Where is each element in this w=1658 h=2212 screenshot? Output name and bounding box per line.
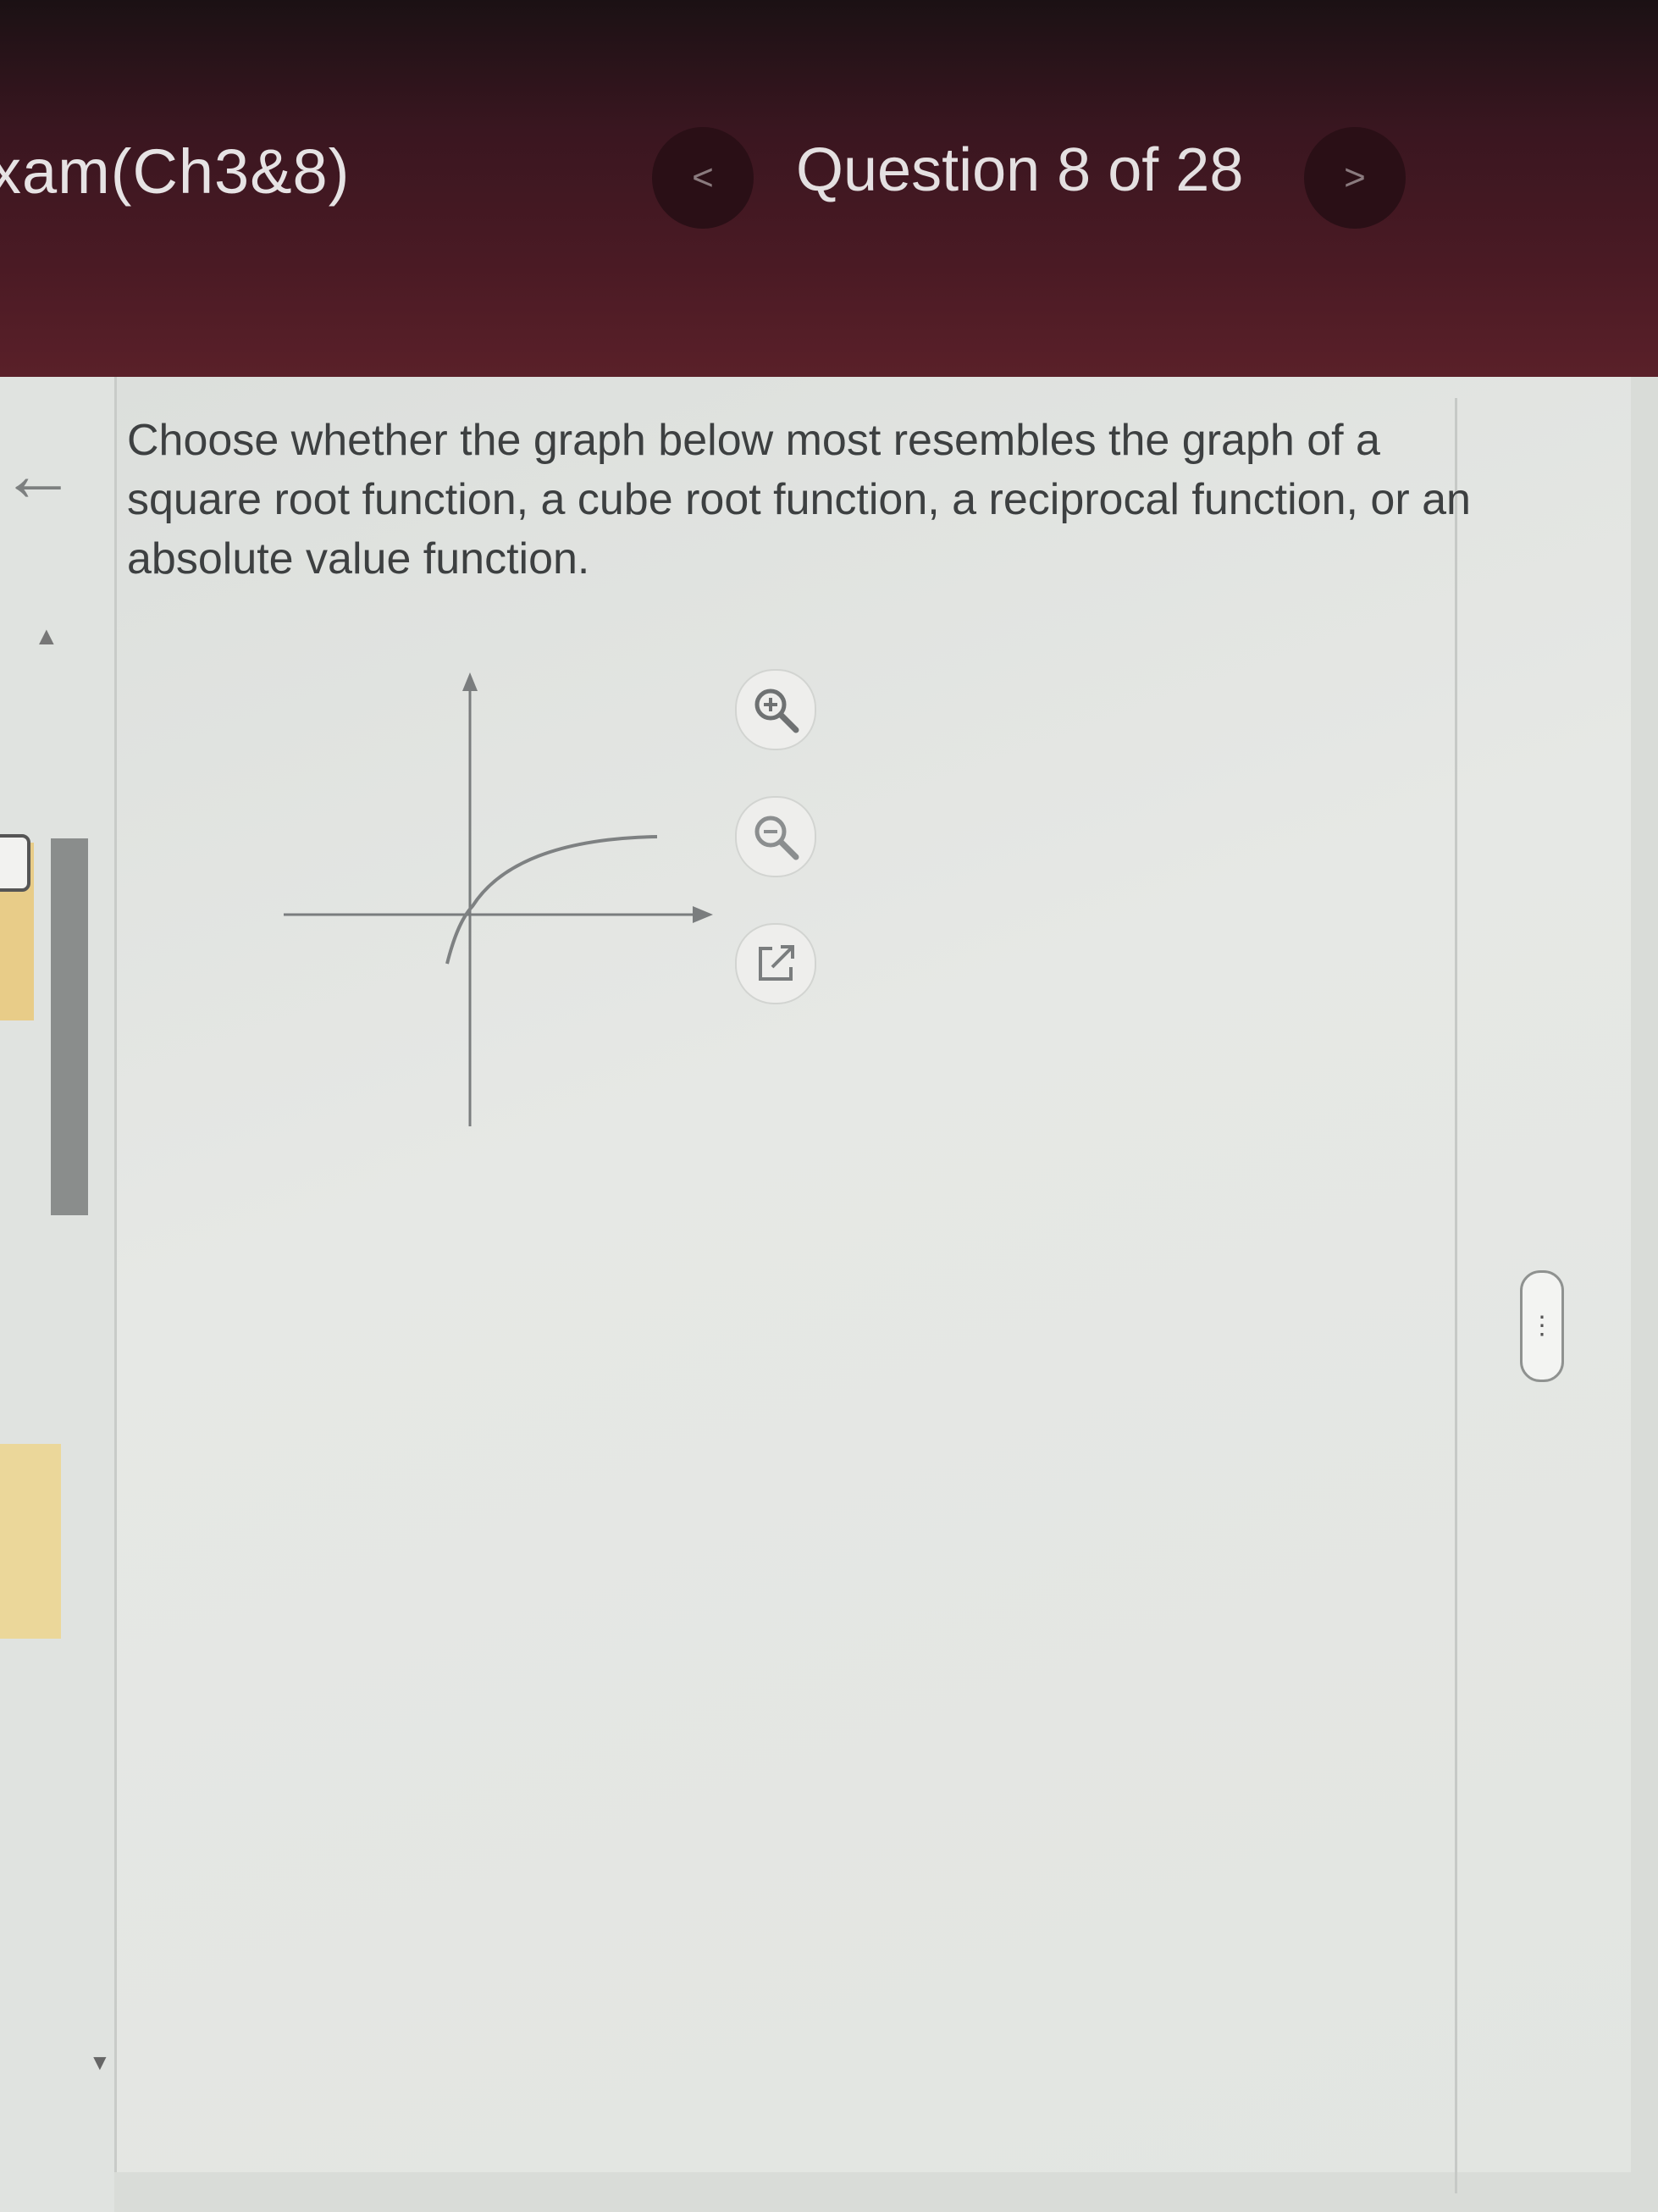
x-axis-arrow-icon bbox=[693, 906, 713, 923]
arrow-left-icon[interactable]: ← bbox=[0, 432, 76, 519]
y-axis-arrow-icon bbox=[462, 672, 478, 691]
more-options-button[interactable]: ⋮ bbox=[1520, 1270, 1564, 1382]
left-sidebar bbox=[0, 377, 114, 2212]
open-graph-new-window-button[interactable] bbox=[735, 923, 816, 1004]
sidebar-card-icon[interactable] bbox=[0, 834, 30, 892]
exam-title: xam(Ch3&8) bbox=[0, 136, 351, 207]
function-curve bbox=[445, 835, 658, 965]
sidebar-scrollbar-thumb[interactable] bbox=[51, 838, 88, 1215]
question-counter[interactable]: Question 8 of 28 bbox=[796, 135, 1243, 205]
scroll-down-arrow-icon[interactable]: ▼ bbox=[89, 2049, 111, 2076]
panel-divider bbox=[1455, 398, 1457, 2193]
header-bar: xam(Ch3&8) < Question 8 of 28 > bbox=[0, 0, 1658, 377]
open-in-new-window-icon bbox=[759, 945, 794, 981]
previous-question-button[interactable]: < bbox=[652, 127, 754, 229]
function-graph bbox=[284, 672, 713, 1126]
more-vertical-icon: ⋮ bbox=[1529, 1312, 1555, 1340]
zoom-out-button[interactable] bbox=[735, 796, 816, 877]
sidebar-highlight bbox=[0, 1444, 61, 1639]
chevron-right-icon: > bbox=[1344, 157, 1366, 198]
zoom-in-button[interactable] bbox=[735, 669, 816, 750]
next-question-button[interactable]: > bbox=[1304, 127, 1406, 229]
chevron-left-icon: < bbox=[692, 157, 714, 198]
question-panel bbox=[114, 377, 1631, 2172]
question-text: Choose whether the graph below most rese… bbox=[127, 416, 1471, 583]
zoom-in-icon bbox=[754, 688, 799, 733]
scroll-up-arrow-icon[interactable]: ▲ bbox=[34, 622, 59, 651]
zoom-out-icon bbox=[754, 816, 799, 860]
